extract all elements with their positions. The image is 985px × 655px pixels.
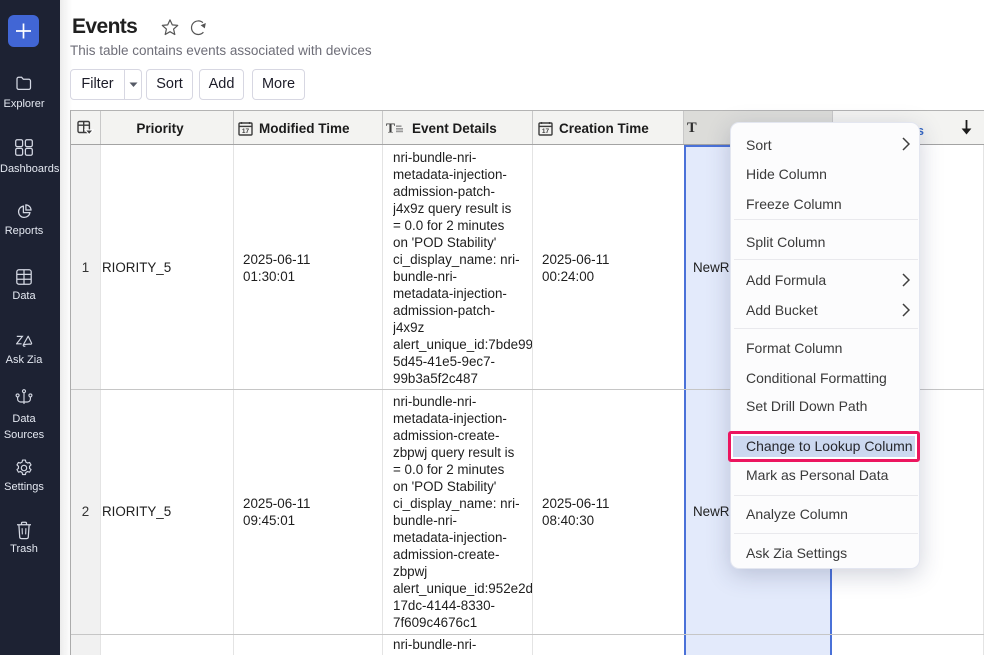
- svg-text:T: T: [386, 121, 395, 135]
- svg-text:17: 17: [542, 128, 550, 135]
- svg-text:17: 17: [242, 128, 250, 135]
